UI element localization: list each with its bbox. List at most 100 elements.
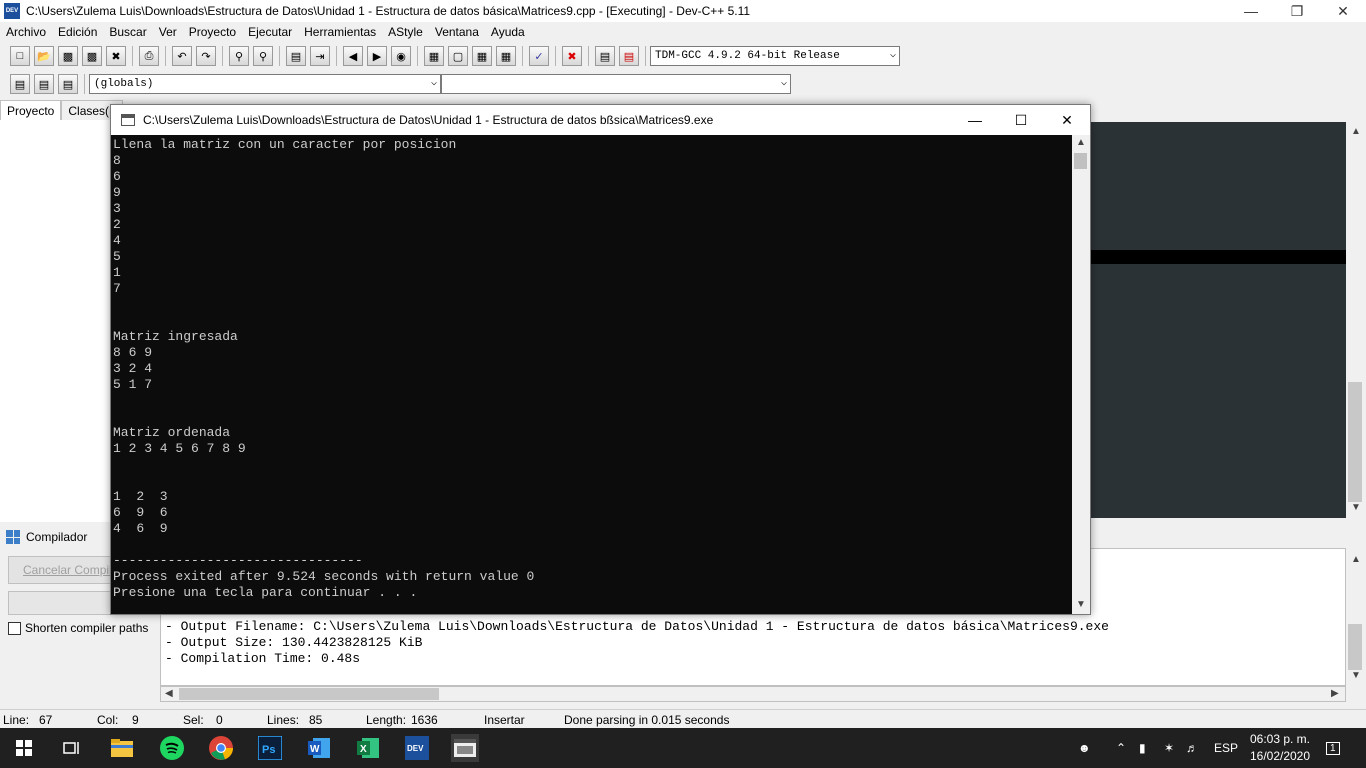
chrome-icon[interactable] [207, 734, 235, 762]
back-icon[interactable]: ◀ [343, 46, 363, 66]
tab-compilador[interactable]: Compilador [0, 530, 93, 544]
insert-icon[interactable]: ▤ [10, 74, 30, 94]
menu-ver[interactable]: Ver [153, 25, 183, 39]
print-icon[interactable]: ⎙ [139, 46, 159, 66]
excel-icon[interactable]: X [354, 734, 382, 762]
scroll-up-icon[interactable]: ▲ [1076, 137, 1086, 148]
scroll-right-icon[interactable]: ▶ [1331, 688, 1339, 699]
menu-ventana[interactable]: Ventana [429, 25, 485, 39]
open-file-icon[interactable]: 📂 [34, 46, 54, 66]
notification-center-icon[interactable]: 1 [1326, 728, 1340, 768]
find-icon[interactable]: ⚲ [229, 46, 249, 66]
main-toolbar: □ 📂 ▩ ▩ ✖ ⎙ ↶ ↷ ⚲ ⚲ ▤ ⇥ ◀ ▶ ◉ ▦ ▢ ▦ ▦ ✓ … [0, 42, 1366, 70]
menu-ejecutar[interactable]: Ejecutar [242, 25, 298, 39]
compile-icon[interactable]: ▦ [424, 46, 444, 66]
redo-icon[interactable]: ↷ [196, 46, 216, 66]
editor-scroll-thumb[interactable] [1348, 382, 1362, 502]
scroll-down-icon[interactable]: ▼ [1351, 670, 1361, 681]
input-language[interactable]: ESP [1214, 728, 1238, 768]
delete-profile-icon[interactable]: ▤ [619, 46, 639, 66]
save-all-icon[interactable]: ▩ [82, 46, 102, 66]
check-syntax-icon[interactable]: ✓ [529, 46, 549, 66]
compile-run-icon[interactable]: ▦ [472, 46, 492, 66]
function-select[interactable]: ⌵ [441, 74, 791, 94]
scroll-up-icon[interactable]: ▲ [1351, 126, 1361, 137]
console-scrollbar[interactable]: ▲ ▼ [1072, 135, 1090, 614]
rebuild-icon[interactable]: ▦ [496, 46, 516, 66]
photoshop-icon[interactable]: Ps [256, 734, 284, 762]
scroll-down-icon[interactable]: ▼ [1076, 599, 1086, 610]
maximize-icon[interactable]: ☐ [998, 105, 1044, 135]
compiler-select[interactable]: TDM-GCC 4.9.2 64-bit Release ⌵ [650, 46, 900, 66]
menu-ayuda[interactable]: Ayuda [485, 25, 531, 39]
status-lines-value: 85 [309, 713, 323, 727]
toggle-bookmark-icon[interactable]: ▤ [34, 74, 54, 94]
scope-select[interactable]: (globals) ⌵ [89, 74, 441, 94]
console-taskbar-icon[interactable] [451, 734, 479, 762]
menu-buscar[interactable]: Buscar [103, 25, 152, 39]
toolbar-separator [279, 46, 280, 66]
close-icon[interactable]: ✕ [1320, 0, 1366, 22]
shorten-paths-checkbox[interactable] [8, 621, 21, 635]
toolbar-separator [132, 46, 133, 66]
toolbar-separator [555, 46, 556, 66]
save-icon[interactable]: ▩ [58, 46, 78, 66]
notification-count: 1 [1326, 741, 1340, 755]
file-explorer-icon[interactable] [108, 734, 136, 762]
goto-bookmark-icon[interactable]: ▤ [58, 74, 78, 94]
close-file-icon[interactable]: ✖ [106, 46, 126, 66]
restore-icon[interactable]: ❐ [1274, 0, 1320, 22]
menu-proyecto[interactable]: Proyecto [183, 25, 242, 39]
chevron-up-icon[interactable]: ⌃ [1116, 728, 1126, 768]
menu-herramientas[interactable]: Herramientas [298, 25, 382, 39]
replace-icon[interactable]: ⚲ [253, 46, 273, 66]
menu-astyle[interactable]: AStyle [382, 25, 429, 39]
log-vertical-scrollbar[interactable]: ▲ ▼ [1346, 548, 1366, 686]
profile-chart-icon[interactable]: ▤ [595, 46, 615, 66]
spotify-icon[interactable] [158, 734, 186, 762]
word-icon[interactable]: W [305, 734, 333, 762]
status-bar: Line: 67 Col: 9 Sel: 0 Lines: 85 Length:… [0, 709, 1366, 728]
console-window[interactable]: C:\Users\Zulema Luis\Downloads\Estructur… [110, 104, 1091, 615]
log-hscroll-thumb[interactable] [179, 688, 439, 700]
console-title-bar[interactable]: C:\Users\Zulema Luis\Downloads\Estructur… [111, 105, 1090, 135]
scroll-up-icon[interactable]: ▲ [1351, 554, 1361, 565]
code-editor[interactable] [1090, 122, 1346, 518]
log-scroll-thumb[interactable] [1348, 624, 1362, 670]
console-scroll-thumb[interactable] [1074, 153, 1087, 169]
close-icon[interactable]: ✕ [1044, 105, 1090, 135]
goto-line-icon[interactable]: ▤ [286, 46, 306, 66]
people-icon[interactable]: ☻ [1078, 728, 1091, 768]
status-sel-label: Sel: [183, 713, 204, 727]
log-horizontal-scrollbar[interactable]: ◀ ▶ [160, 686, 1346, 702]
volume-icon[interactable]: ♬ [1186, 728, 1198, 768]
new-file-icon[interactable]: □ [10, 46, 30, 66]
tab-proyecto[interactable]: Proyecto [0, 100, 62, 120]
status-col-value: 9 [132, 713, 139, 727]
scroll-down-icon[interactable]: ▼ [1351, 502, 1361, 513]
wifi-icon[interactable]: ✶ [1164, 728, 1174, 768]
forward-icon[interactable]: ▶ [367, 46, 387, 66]
status-length-value: 1636 [411, 713, 438, 727]
shorten-paths-option[interactable]: Shorten compiler paths [8, 621, 148, 635]
console-window-controls: — ☐ ✕ [952, 105, 1090, 135]
svg-text:W: W [310, 744, 320, 755]
bookmark-icon[interactable]: ◉ [391, 46, 411, 66]
run-icon[interactable]: ▢ [448, 46, 468, 66]
windows-start-icon[interactable] [10, 734, 38, 762]
editor-scrollbar[interactable]: ▲ ▼ [1346, 122, 1366, 518]
minimize-icon[interactable]: — [952, 105, 998, 135]
stop-execution-icon[interactable]: ✖ [562, 46, 582, 66]
scroll-left-icon[interactable]: ◀ [165, 688, 173, 699]
menu-archivo[interactable]: Archivo [0, 25, 52, 39]
devcpp-taskbar-icon[interactable]: DEV [403, 734, 431, 762]
undo-icon[interactable]: ↶ [172, 46, 192, 66]
indent-icon[interactable]: ⇥ [310, 46, 330, 66]
ide-window-controls: — ❐ ✕ [1228, 0, 1366, 22]
task-view-icon[interactable] [58, 734, 86, 762]
taskbar-clock[interactable]: 06:03 p. m. 16/02/2020 [1248, 731, 1312, 765]
minimize-icon[interactable]: — [1228, 0, 1274, 22]
battery-icon[interactable]: ▮ [1139, 728, 1146, 768]
menu-edicion[interactable]: Edición [52, 25, 103, 39]
svg-text:X: X [360, 744, 367, 755]
